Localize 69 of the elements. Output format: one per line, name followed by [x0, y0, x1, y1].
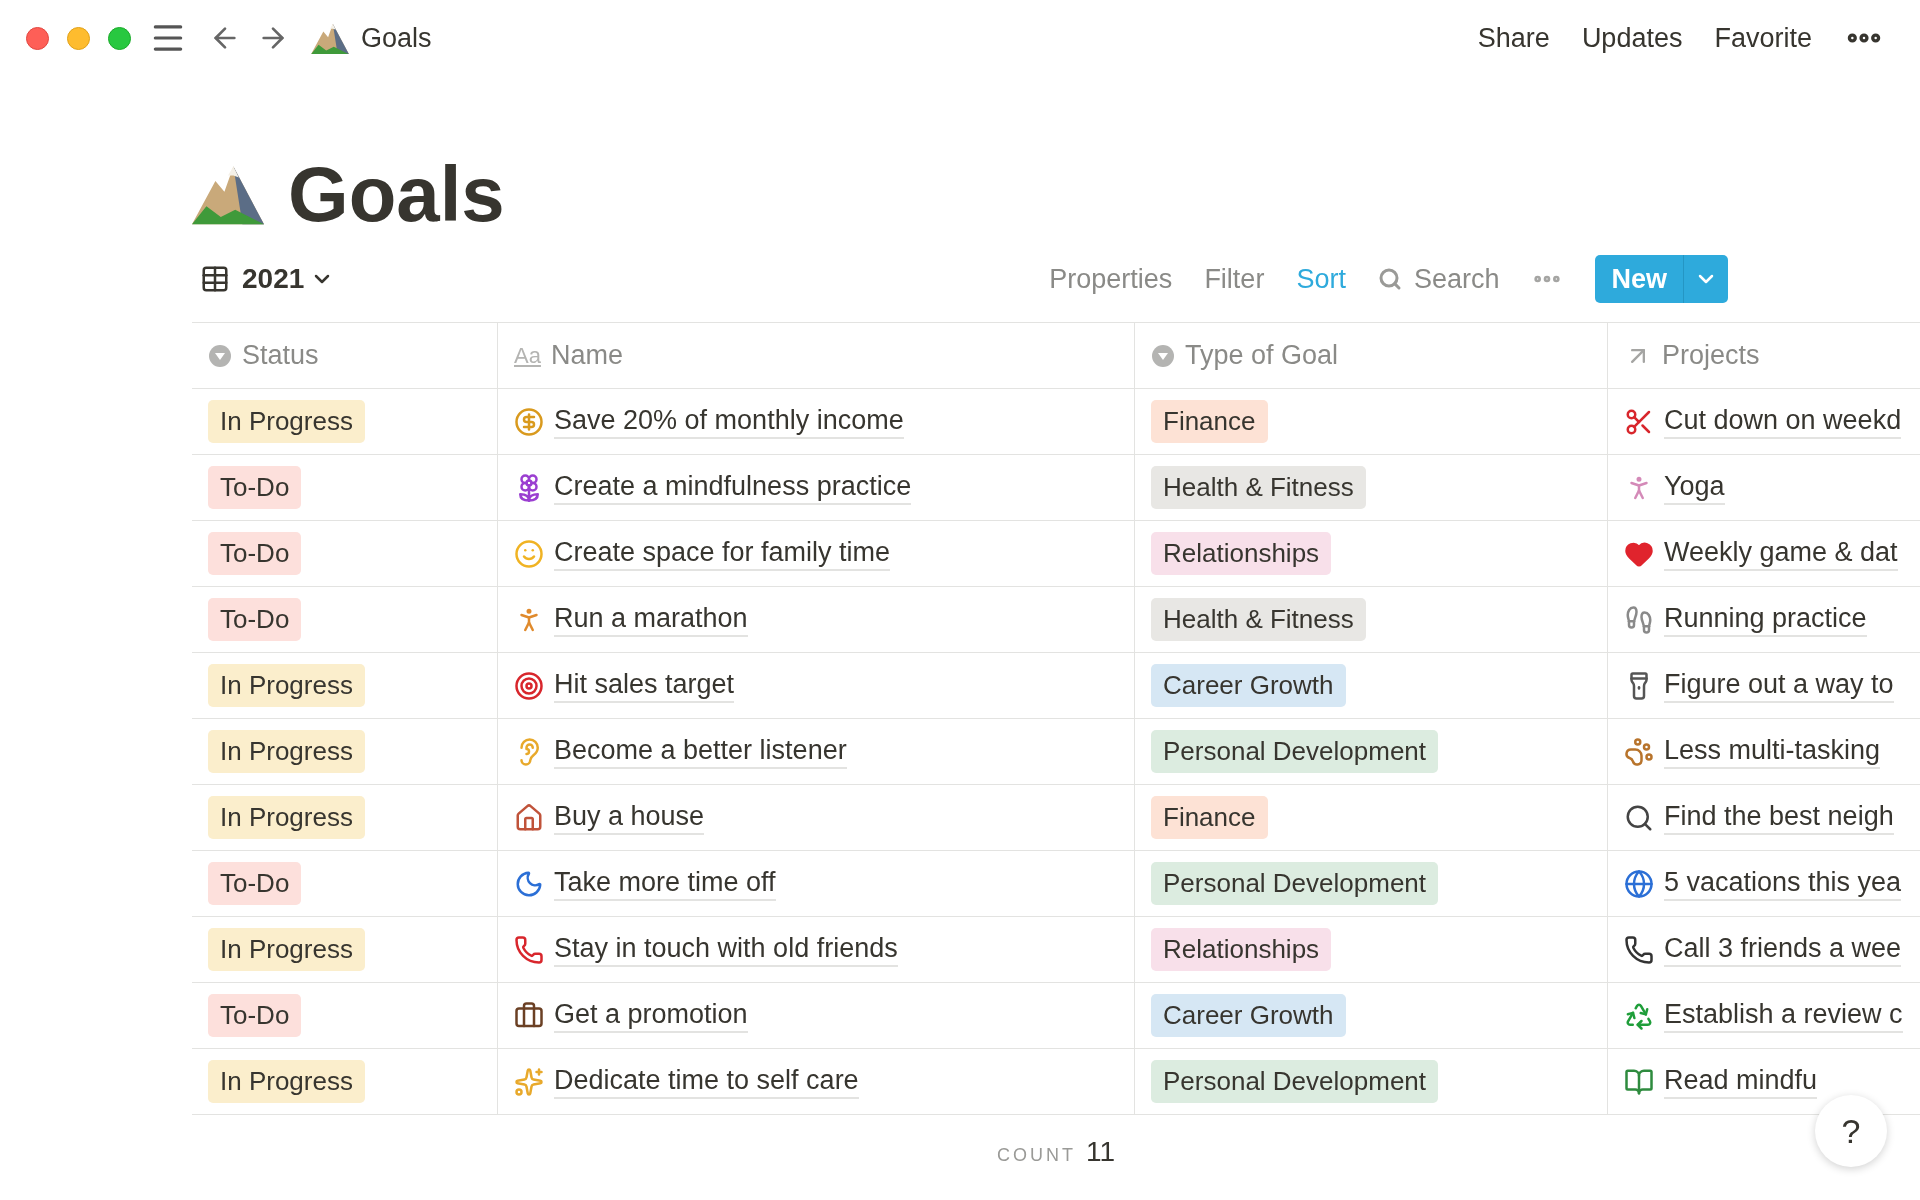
goal-name-link[interactable]: Save 20% of monthly income [554, 404, 904, 439]
goal-name-link[interactable]: Get a promotion [554, 998, 748, 1033]
project-link[interactable]: Call 3 friends a wee [1664, 932, 1902, 967]
status-tag: In Progress [208, 730, 365, 773]
goal-name-link[interactable]: Create space for family time [554, 536, 891, 571]
sparkles-icon [514, 1066, 544, 1097]
phone-icon [1624, 934, 1654, 965]
goal-name-link[interactable]: Buy a house [554, 800, 705, 835]
help-button[interactable]: ? [1815, 1095, 1887, 1167]
goal-type-tag: Finance [1151, 400, 1268, 443]
status-tag: To-Do [208, 532, 302, 575]
table-icon [200, 264, 230, 294]
status-tag: In Progress [208, 400, 365, 443]
goal-name-link[interactable]: Dedicate time to self care [554, 1064, 859, 1099]
goal-type-tag: Relationships [1151, 928, 1332, 971]
goal-type-tag: Personal Development [1151, 730, 1439, 773]
goal-name-link[interactable]: Run a marathon [554, 602, 748, 637]
status-tag: To-Do [208, 466, 302, 509]
status-tag: In Progress [208, 928, 365, 971]
project-link[interactable]: Establish a review c [1664, 998, 1903, 1033]
project-link[interactable]: Find the best neigh [1664, 800, 1894, 835]
phone-icon [514, 934, 544, 965]
topbar-button[interactable]: Updates [1581, 17, 1683, 59]
house-icon [514, 802, 544, 833]
status-tag: In Progress [208, 796, 365, 839]
footprints-icon [1624, 604, 1654, 635]
goal-name-link[interactable]: Create a mindfulness practice [554, 470, 912, 505]
dropdown-circle-icon [208, 343, 232, 368]
project-link[interactable]: Cut down on weekd [1664, 404, 1902, 439]
goal-name-link[interactable]: Take more time off [554, 866, 776, 901]
status-tag: To-Do [208, 598, 302, 641]
target-icon [514, 670, 544, 701]
search-icon [1377, 267, 1402, 291]
goal-type-tag: Career Growth [1151, 994, 1346, 1037]
goal-type-tag: Career Growth [1151, 664, 1346, 707]
count-value: 11 [1085, 1135, 1115, 1169]
status-tag: To-Do [208, 862, 302, 905]
dropdown-circle-icon [1151, 343, 1175, 368]
goal-type-tag: Personal Development [1151, 1060, 1439, 1103]
goal-name-link[interactable]: Hit sales target [554, 668, 735, 703]
project-link[interactable]: 5 vacations this yea [1664, 866, 1902, 901]
paw-icon [1624, 736, 1654, 767]
goal-type-tag: Relationships [1151, 532, 1332, 575]
goal-name-link[interactable]: Become a better listener [554, 734, 847, 769]
goal-type-tag: Health & Fitness [1151, 598, 1366, 641]
dollar-coin-icon [514, 406, 544, 437]
status-tag: In Progress [208, 664, 365, 707]
project-link[interactable]: Less multi-tasking [1664, 734, 1881, 769]
status-tag: To-Do [208, 994, 302, 1037]
goal-type-tag: Personal Development [1151, 862, 1439, 905]
goal-type-tag: Health & Fitness [1151, 466, 1366, 509]
mountain-icon [311, 21, 349, 55]
goal-type-tag: Finance [1151, 796, 1268, 839]
page-title: Goals [288, 148, 505, 240]
project-link[interactable]: Read mindfu [1664, 1064, 1818, 1099]
smiley-icon [514, 538, 544, 569]
project-link[interactable]: Figure out a way to [1664, 668, 1894, 703]
topbar-button[interactable]: Favorite [1714, 17, 1812, 59]
topbar-button[interactable]: Share [1477, 17, 1550, 59]
project-link[interactable]: Weekly game & dat [1664, 536, 1898, 571]
text-type-glyph: Aa [514, 342, 541, 370]
project-link[interactable]: Running practice [1664, 602, 1867, 637]
project-link[interactable]: Yoga [1664, 470, 1725, 505]
status-tag: In Progress [208, 1060, 365, 1103]
globe-icon [1624, 868, 1654, 899]
goal-name-link[interactable]: Stay in touch with old friends [554, 932, 898, 967]
breadcrumb-link[interactable]: Goals [361, 17, 432, 59]
count-label: COUNT [996, 1144, 1076, 1167]
view-selector[interactable]: 2021 [242, 258, 335, 300]
